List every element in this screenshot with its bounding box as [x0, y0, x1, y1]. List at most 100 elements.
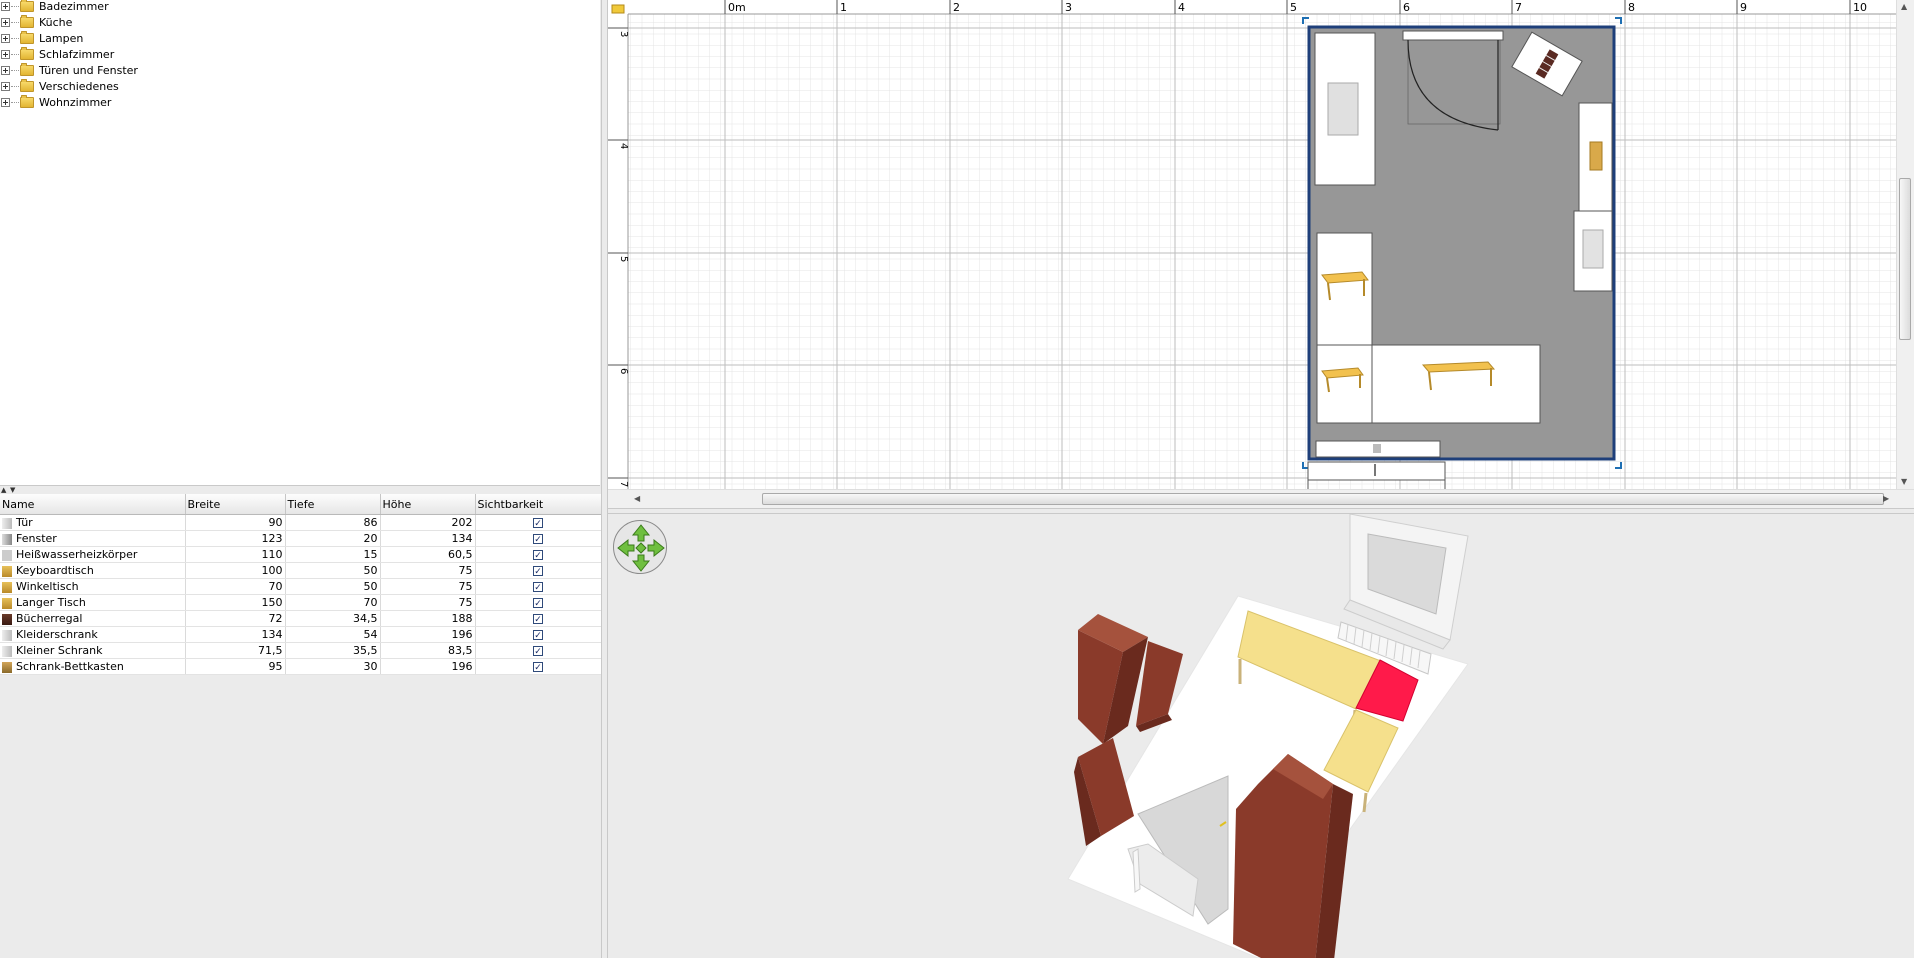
furniture-table[interactable]: Name Breite Tiefe Höhe Sichtbarkeit Tür …: [0, 494, 602, 675]
top-ruler[interactable]: [608, 0, 1914, 14]
left-ruler[interactable]: [608, 14, 628, 490]
visibility-checkbox[interactable]: ✓: [533, 534, 543, 545]
collapse-down-icon[interactable]: ▼: [10, 486, 15, 494]
ruler-label: 6: [1403, 1, 1410, 14]
table-row[interactable]: Winkeltisch 70 50 75 ✓: [0, 578, 602, 595]
expand-icon[interactable]: [1, 33, 10, 43]
plan-lock-icon[interactable]: [611, 4, 625, 14]
navigation-arrows-icon[interactable]: [613, 520, 667, 574]
furniture-height: 188: [380, 610, 476, 627]
radiator-3d: [1337, 621, 1432, 675]
3d-view[interactable]: [608, 514, 1914, 958]
folder-icon: [20, 30, 34, 44]
table-row[interactable]: Schrank-Bettkasten 95 30 196 ✓: [0, 658, 602, 675]
table-row[interactable]: Langer Tisch 150 70 75 ✓: [0, 594, 602, 611]
column-header-visibility[interactable]: Sichtbarkeit: [475, 494, 602, 515]
furniture-depth: 30: [285, 658, 381, 675]
furniture-depth: 54: [285, 626, 381, 643]
scrollbar-thumb[interactable]: [1899, 178, 1911, 340]
catalog-category-kueche[interactable]: Küche: [0, 14, 72, 30]
plan-canvas[interactable]: 0m 1 2 3 4 5 6 7 8 9 10 3 4 5 6 7: [608, 0, 1914, 508]
corner-table[interactable]: [1316, 344, 1373, 424]
category-label: Verschiedenes: [39, 79, 119, 93]
table-row[interactable]: Bücherregal 72 34,5 188 ✓: [0, 610, 602, 627]
table-row[interactable]: Keyboardtisch 100 50 75 ✓: [0, 562, 602, 579]
ruler-label: 10: [1853, 1, 1867, 14]
long-table[interactable]: [1371, 344, 1541, 424]
plan-view[interactable]: 0m 1 2 3 4 5 6 7 8 9 10 3 4 5 6 7 ▲ ▼ ◀ …: [608, 0, 1914, 508]
furniture-height: 75: [380, 562, 476, 579]
ruler-label: 7: [1515, 1, 1522, 14]
door-icon: [2, 517, 12, 529]
ruler-label: 0m: [728, 1, 746, 14]
furniture-width: 134: [185, 626, 286, 643]
catalog-category-verschiedenes[interactable]: Verschiedenes: [0, 78, 119, 94]
expand-icon[interactable]: [1, 1, 10, 11]
furniture-width: 123: [185, 530, 286, 547]
expand-icon[interactable]: [1, 65, 10, 75]
catalog-category-badezimmer[interactable]: Badezimmer: [0, 0, 109, 14]
scroll-up-icon[interactable]: ▲: [1901, 2, 1907, 11]
main-vertical-splitter[interactable]: [601, 0, 608, 958]
plan-horizontal-scrollbar[interactable]: ◀ ▶: [608, 489, 1914, 508]
plan-vertical-scrollbar[interactable]: ▲ ▼: [1896, 0, 1914, 490]
expand-icon[interactable]: [1, 81, 10, 91]
folder-icon: [20, 94, 34, 108]
table-icon: [2, 565, 12, 577]
bed-cabinet-3d: [1233, 754, 1353, 958]
ruler-label: 7: [618, 481, 629, 487]
door-3d: [1127, 775, 1229, 925]
table-row[interactable]: Tür 90 86 202 ✓: [0, 514, 602, 531]
wardrobe-3d: [1074, 738, 1134, 846]
scrollbar-thumb[interactable]: [762, 493, 1884, 505]
furniture-width: 100: [185, 562, 286, 579]
furniture-name: Kleiner Schrank: [16, 644, 103, 657]
expand-icon[interactable]: [1, 49, 10, 59]
visibility-checkbox[interactable]: ✓: [533, 550, 543, 561]
catalog-category-tueren-fenster[interactable]: Türen und Fenster: [0, 62, 138, 78]
visibility-checkbox[interactable]: ✓: [533, 662, 543, 673]
expand-icon[interactable]: [1, 97, 10, 107]
catalog-category-lampen[interactable]: Lampen: [0, 30, 83, 46]
column-header-name[interactable]: Name: [0, 494, 186, 515]
catalog-category-schlafzimmer[interactable]: Schlafzimmer: [0, 46, 114, 62]
column-header-height[interactable]: Höhe: [380, 494, 476, 515]
category-label: Badezimmer: [39, 0, 109, 13]
furniture-width: 70: [185, 578, 286, 595]
table-row[interactable]: Heißwasserheizkörper 110 15 60,5 ✓: [0, 546, 602, 563]
column-header-depth[interactable]: Tiefe: [285, 494, 381, 515]
ruler-label: 4: [1178, 1, 1185, 14]
visibility-checkbox[interactable]: ✓: [533, 614, 543, 625]
furniture-depth: 15: [285, 546, 381, 563]
visibility-checkbox[interactable]: ✓: [533, 518, 543, 529]
radiator-icon: [2, 549, 12, 561]
catalog-list-splitter[interactable]: ▲ ▼: [0, 485, 600, 494]
visibility-checkbox[interactable]: ✓: [533, 630, 543, 641]
table-row[interactable]: Kleiderschrank 134 54 196 ✓: [0, 626, 602, 643]
furniture-depth: 35,5: [285, 642, 381, 659]
window[interactable]: [1307, 461, 1446, 481]
visibility-checkbox[interactable]: ✓: [533, 646, 543, 657]
visibility-checkbox[interactable]: ✓: [533, 598, 543, 609]
furniture-name: Schrank-Bettkasten: [16, 660, 124, 673]
furniture-depth: 50: [285, 562, 381, 579]
door[interactable]: [1402, 30, 1504, 41]
corner-table-3d: [1323, 709, 1399, 813]
furniture-catalog-tree[interactable]: Badezimmer Küche Lampen Schlafzimmer Tür…: [0, 0, 600, 485]
visibility-checkbox[interactable]: ✓: [533, 566, 543, 577]
collapse-up-icon[interactable]: ▲: [1, 486, 6, 494]
folder-icon: [20, 62, 34, 76]
scroll-down-icon[interactable]: ▼: [1901, 477, 1907, 486]
radiator-image: [1373, 444, 1381, 453]
table-row[interactable]: Fenster 123 20 134 ✓: [0, 530, 602, 547]
catalog-category-wohnzimmer[interactable]: Wohnzimmer: [0, 94, 111, 110]
expand-icon[interactable]: [1, 17, 10, 27]
table-row[interactable]: Kleiner Schrank 71,5 35,5 83,5 ✓: [0, 642, 602, 659]
furniture-name: Bücherregal: [16, 612, 83, 625]
scroll-right-icon[interactable]: ▶: [1883, 494, 1889, 503]
furniture-list[interactable]: Name Breite Tiefe Höhe Sichtbarkeit Tür …: [0, 494, 602, 958]
visibility-checkbox[interactable]: ✓: [533, 582, 543, 593]
column-header-width[interactable]: Breite: [185, 494, 286, 515]
scroll-left-icon[interactable]: ◀: [634, 494, 640, 503]
furniture-width: 72: [185, 610, 286, 627]
